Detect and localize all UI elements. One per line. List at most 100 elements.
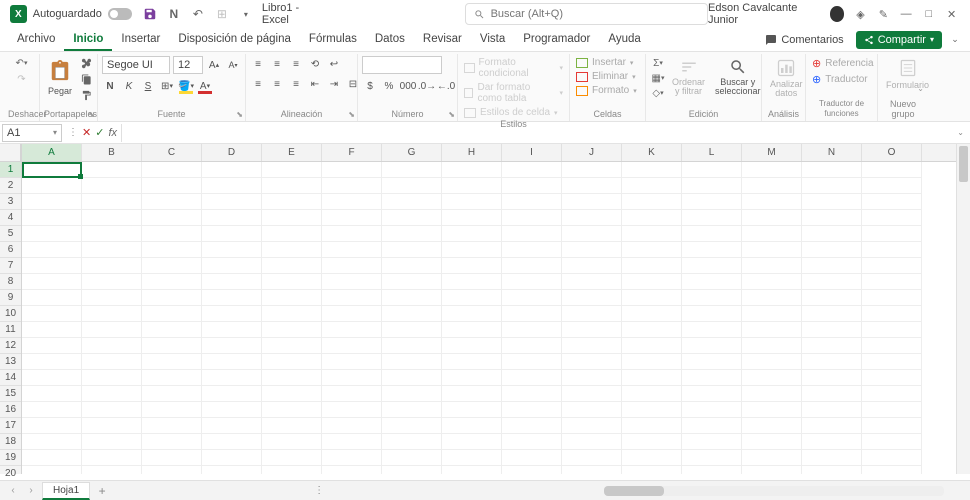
cell[interactable] (742, 386, 802, 402)
cell[interactable] (622, 258, 682, 274)
underline-button[interactable]: S (140, 78, 156, 94)
copy-icon[interactable] (78, 72, 94, 86)
cell[interactable] (262, 162, 322, 178)
cell[interactable] (202, 370, 262, 386)
cell[interactable] (802, 242, 862, 258)
cell[interactable] (22, 418, 82, 434)
cell[interactable] (622, 370, 682, 386)
cell[interactable] (82, 242, 142, 258)
cell[interactable] (682, 274, 742, 290)
cell[interactable] (82, 306, 142, 322)
cell[interactable] (802, 194, 862, 210)
cell[interactable] (502, 162, 562, 178)
font-launcher-icon[interactable]: ⬊ (236, 110, 243, 119)
find-select-button[interactable]: Buscar y seleccionar (711, 56, 765, 98)
cell[interactable] (742, 242, 802, 258)
cell[interactable] (862, 242, 922, 258)
cell[interactable] (322, 178, 382, 194)
cell[interactable] (442, 162, 502, 178)
cell[interactable] (22, 274, 82, 290)
cell[interactable] (382, 178, 442, 194)
search-input[interactable] (491, 8, 699, 20)
formula-enter-icon[interactable]: ✓ (95, 126, 104, 139)
cell[interactable] (142, 322, 202, 338)
cell[interactable] (322, 338, 382, 354)
cell[interactable] (502, 306, 562, 322)
align-center-icon[interactable]: ≡ (269, 76, 285, 92)
cell[interactable] (862, 162, 922, 178)
cell[interactable] (622, 466, 682, 474)
cell[interactable] (142, 242, 202, 258)
cell[interactable] (202, 466, 262, 474)
cell[interactable] (502, 466, 562, 474)
currency-icon[interactable]: $ (362, 78, 378, 94)
cell[interactable] (682, 338, 742, 354)
cell[interactable] (862, 258, 922, 274)
cell[interactable] (322, 194, 382, 210)
quick-print-icon[interactable]: ⊞ (214, 6, 230, 22)
cell[interactable] (322, 354, 382, 370)
cell[interactable] (742, 162, 802, 178)
cell[interactable] (142, 434, 202, 450)
cell[interactable] (322, 162, 382, 178)
cell[interactable] (742, 402, 802, 418)
cell[interactable] (322, 434, 382, 450)
cell[interactable] (562, 434, 622, 450)
col-header[interactable]: K (622, 144, 682, 161)
cell[interactable] (382, 322, 442, 338)
cell[interactable] (682, 258, 742, 274)
cell[interactable] (742, 210, 802, 226)
cell[interactable] (202, 242, 262, 258)
cell[interactable] (682, 226, 742, 242)
cell[interactable] (142, 274, 202, 290)
cell[interactable] (622, 242, 682, 258)
cell[interactable] (622, 226, 682, 242)
cell[interactable] (802, 178, 862, 194)
undo-button[interactable]: ↶▾ (14, 56, 30, 70)
cell[interactable] (502, 322, 562, 338)
cell[interactable] (622, 418, 682, 434)
cell[interactable] (442, 418, 502, 434)
cell[interactable] (262, 258, 322, 274)
dec-decrease-icon[interactable]: ←.0 (438, 78, 454, 94)
cell[interactable] (802, 306, 862, 322)
sort-filter-button[interactable]: Ordenar y filtrar (668, 56, 709, 98)
cell[interactable] (382, 402, 442, 418)
cell[interactable] (142, 386, 202, 402)
row-header[interactable]: 2 (0, 178, 21, 194)
cell[interactable] (322, 450, 382, 466)
cell[interactable] (322, 210, 382, 226)
cell[interactable] (142, 258, 202, 274)
cell[interactable] (622, 386, 682, 402)
cell[interactable] (202, 402, 262, 418)
cell[interactable] (622, 306, 682, 322)
cell[interactable] (502, 226, 562, 242)
sheet-nav-next[interactable]: › (24, 485, 38, 496)
col-header[interactable]: H (442, 144, 502, 161)
cell[interactable] (22, 162, 82, 178)
cell[interactable] (622, 402, 682, 418)
col-header[interactable]: E (262, 144, 322, 161)
cell[interactable] (502, 370, 562, 386)
cell[interactable] (262, 402, 322, 418)
cell[interactable] (22, 354, 82, 370)
align-left-icon[interactable]: ≡ (250, 76, 266, 92)
cell[interactable] (442, 306, 502, 322)
cell[interactable] (682, 402, 742, 418)
cell[interactable] (322, 274, 382, 290)
cell[interactable] (562, 466, 622, 474)
clear-icon[interactable]: ◇▾ (650, 86, 666, 100)
cell[interactable] (142, 210, 202, 226)
cell[interactable] (262, 178, 322, 194)
cell[interactable] (382, 306, 442, 322)
diamond-icon[interactable]: ◈ (854, 8, 867, 21)
cell[interactable] (442, 354, 502, 370)
cell[interactable] (442, 338, 502, 354)
cell[interactable] (742, 338, 802, 354)
cell[interactable] (202, 322, 262, 338)
cell[interactable] (382, 290, 442, 306)
col-header[interactable]: D (202, 144, 262, 161)
tab-insertar[interactable]: Insertar (112, 29, 169, 51)
cell[interactable] (202, 306, 262, 322)
conditional-format-button[interactable]: Formato condicional▾ (462, 56, 565, 80)
